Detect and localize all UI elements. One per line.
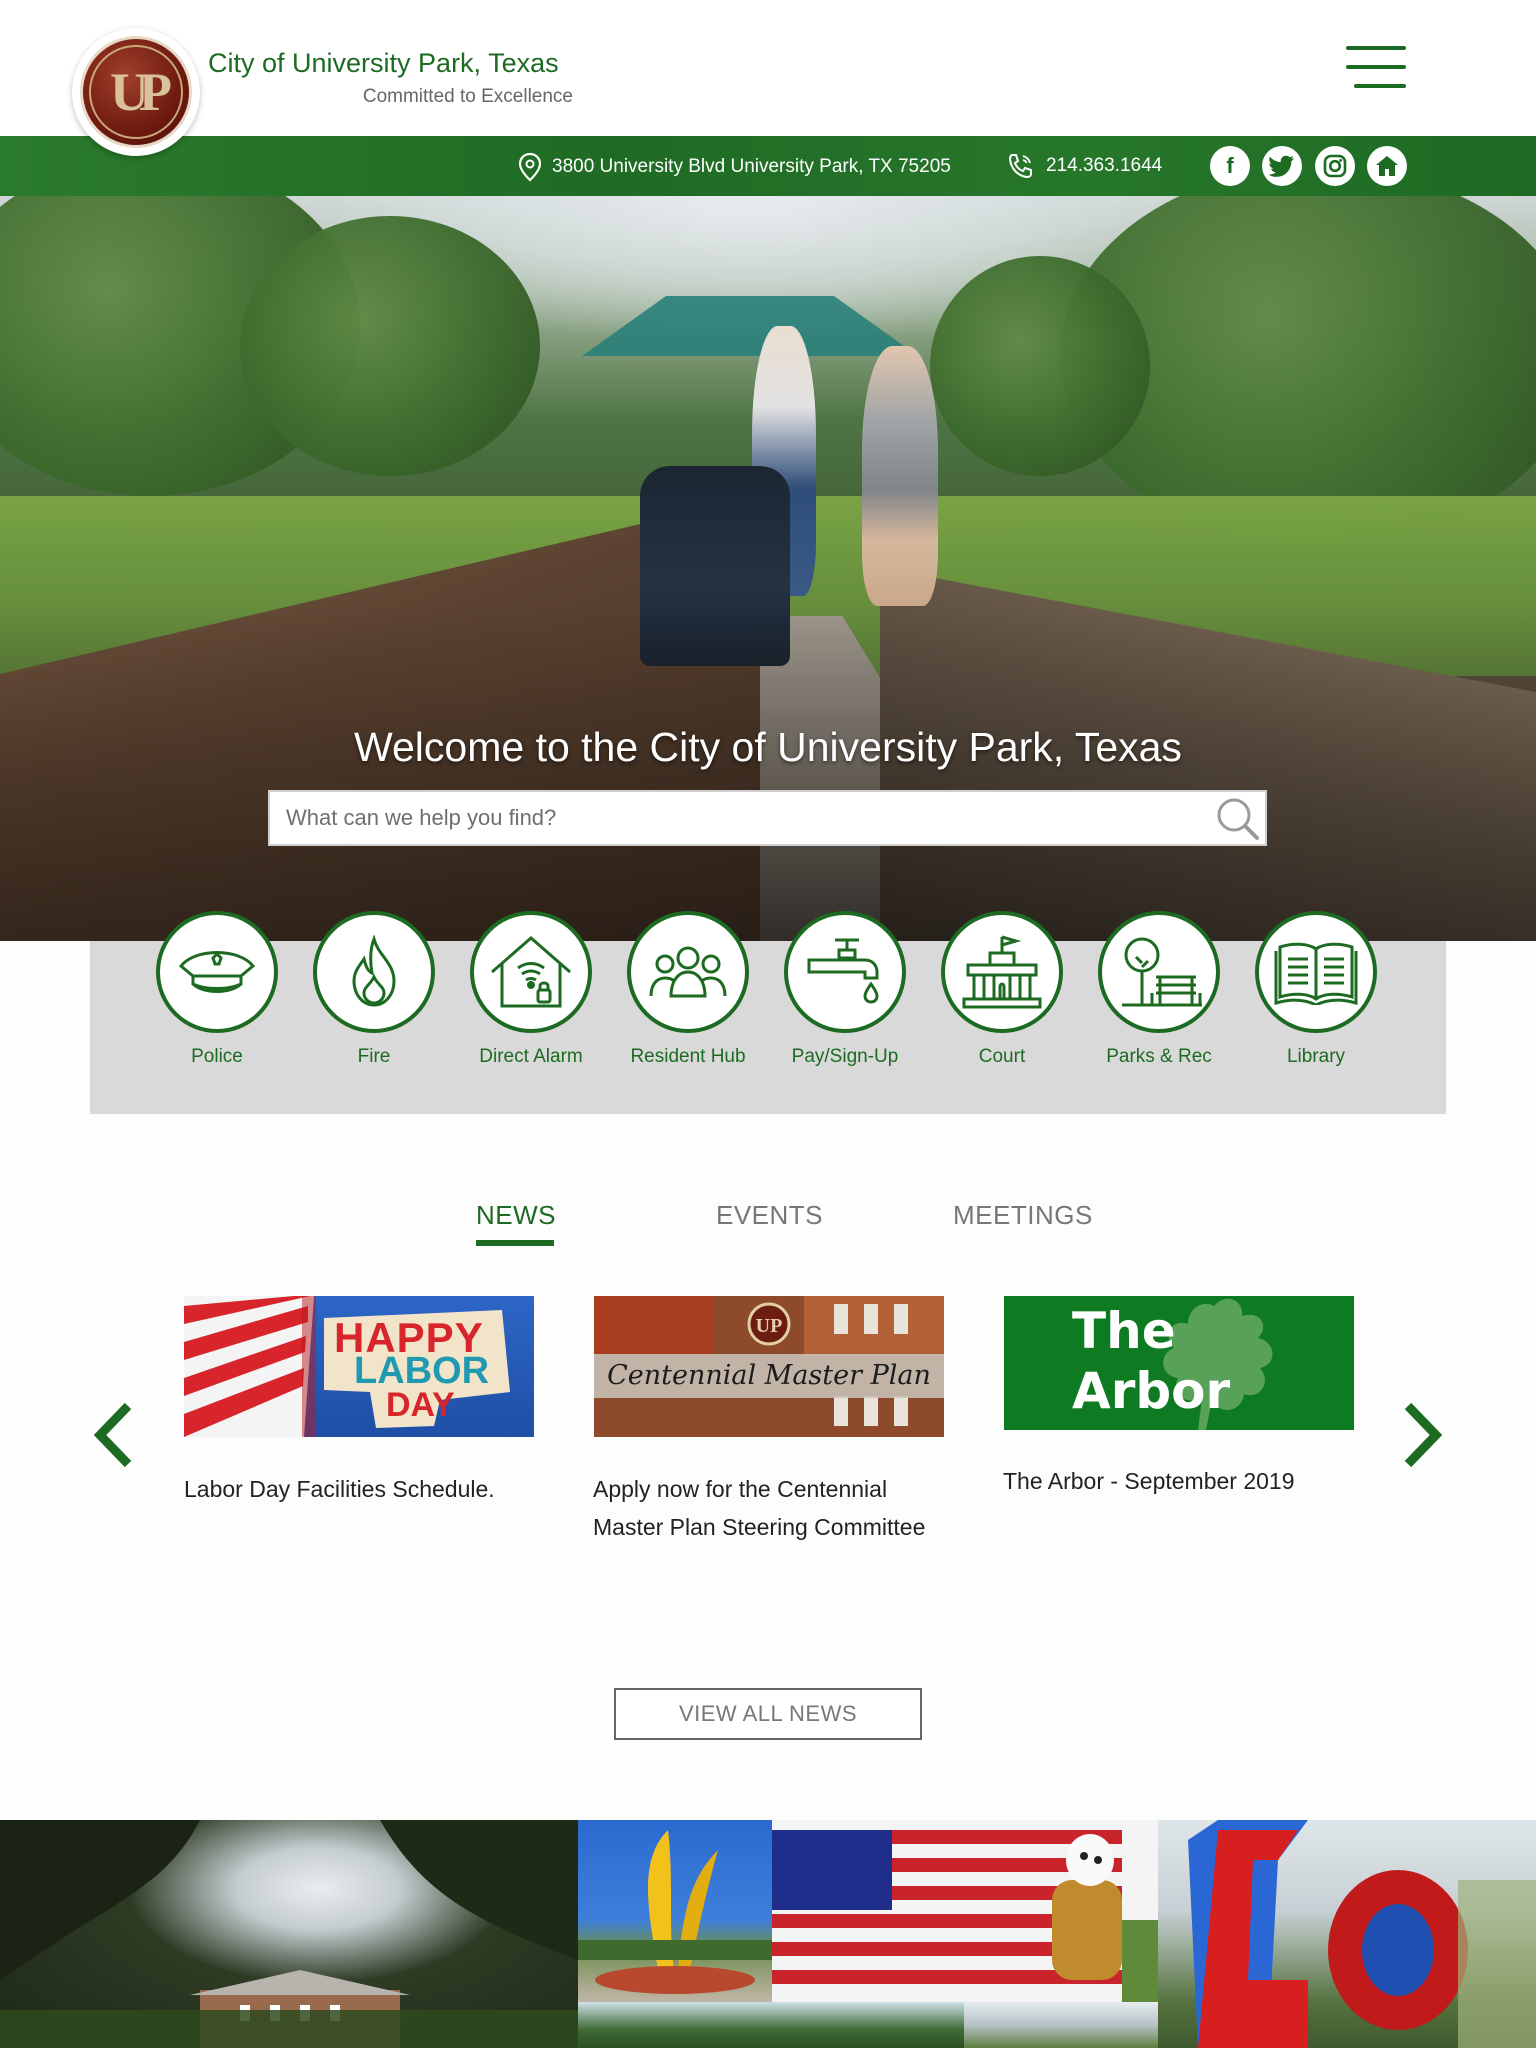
site-header: UP City of University Park, Texas Commit… [0, 0, 1536, 156]
menu-icon[interactable] [1344, 44, 1408, 90]
arbor-text-2: Arbor [1072, 1362, 1231, 1420]
news-title[interactable]: Apply now for the Centennial Master Plan… [593, 1470, 953, 1546]
nextdoor-icon[interactable] [1367, 146, 1407, 186]
site-tagline: Committed to Excellence [362, 86, 573, 107]
quick-links-panel: Police Fire Direct Alarm Resident Hub Pa… [90, 911, 1446, 1114]
news-title[interactable]: The Arbor - September 2019 [1003, 1462, 1363, 1500]
gallery-photo-sculpture[interactable] [578, 1820, 772, 2002]
search-icon[interactable] [1214, 796, 1262, 842]
quick-link-direct-alarm[interactable]: Direct Alarm [456, 911, 606, 1101]
quick-link-parks-rec[interactable]: Parks & Rec [1084, 911, 1234, 1101]
site-title[interactable]: City of University Park, Texas [208, 48, 559, 79]
quick-link-label: Resident Hub [630, 1046, 746, 1067]
logo-seal: UP [80, 36, 192, 148]
hero-title: Welcome to the City of University Park, … [354, 724, 1182, 770]
quick-link-label: Library [1286, 1046, 1346, 1067]
search-input[interactable] [286, 792, 1186, 844]
police-cap-icon [156, 911, 278, 1033]
address-text: 3800 University Blvd University Park, TX… [552, 156, 951, 177]
gallery-photo-park[interactable] [578, 2002, 964, 2048]
labor-day-text-3: DAY [386, 1386, 455, 1424]
svg-text:UP: UP [756, 1315, 783, 1337]
phone-text: 214.363.1644 [1046, 155, 1163, 176]
facebook-icon[interactable]: f [1210, 146, 1250, 186]
page: UP City of University Park, Texas Commit… [0, 0, 1536, 2048]
quick-link-label: Direct Alarm [479, 1046, 583, 1067]
water-faucet-icon [784, 911, 906, 1033]
carousel-next-icon[interactable] [1398, 1400, 1446, 1470]
quick-link-label: Pay/Sign-Up [791, 1046, 899, 1067]
quick-link-label: Fire [357, 1046, 391, 1067]
news-image-arbor[interactable]: The Arbor [1004, 1296, 1354, 1430]
search-bar [268, 790, 1267, 846]
quick-link-court[interactable]: Court [927, 911, 1077, 1101]
instagram-icon[interactable] [1315, 146, 1355, 186]
quick-link-library[interactable]: Library [1241, 911, 1391, 1101]
address[interactable]: 3800 University Blvd University Park, TX… [518, 152, 951, 182]
carousel-prev-icon[interactable] [90, 1400, 138, 1470]
tab-events[interactable]: EVENTS [716, 1200, 823, 1231]
quick-link-police[interactable]: Police [142, 911, 292, 1101]
people-group-icon [627, 911, 749, 1033]
phone-icon [1008, 154, 1032, 179]
tab-news[interactable]: NEWS [476, 1200, 556, 1231]
photo-gallery [0, 1820, 1536, 2048]
park-bench-icon [1098, 911, 1220, 1033]
quick-link-fire[interactable]: Fire [299, 911, 449, 1101]
gallery-photo-street[interactable] [964, 2002, 1158, 2048]
quick-link-label: Parks & Rec [1106, 1046, 1212, 1067]
city-logo[interactable]: UP [72, 28, 200, 156]
courthouse-icon [941, 911, 1063, 1033]
hero-banner: Welcome to the City of University Park, … [0, 196, 1536, 941]
gallery-photo-love-sculpture[interactable] [1158, 1820, 1536, 2048]
phone[interactable]: 214.363.1644 [1006, 152, 1162, 180]
view-all-news-button[interactable]: VIEW ALL NEWS [614, 1688, 922, 1740]
active-tab-indicator [476, 1240, 554, 1246]
quick-link-resident-hub[interactable]: Resident Hub [613, 911, 763, 1101]
gallery-photo-trees[interactable] [0, 1820, 578, 2048]
twitter-icon[interactable] [1262, 146, 1302, 186]
quick-link-pay-signup[interactable]: Pay/Sign-Up [770, 911, 920, 1101]
quick-link-label: Court [978, 1046, 1026, 1067]
news-image-labor-day[interactable]: HAPPY LABOR DAY [184, 1296, 534, 1437]
house-alarm-icon [470, 911, 592, 1033]
tab-meetings[interactable]: MEETINGS [953, 1200, 1093, 1231]
centennial-image-text: Centennial Master Plan [607, 1360, 931, 1391]
map-pin-icon [518, 152, 542, 182]
news-title[interactable]: Labor Day Facilities Schedule. [184, 1470, 544, 1508]
open-book-icon [1255, 911, 1377, 1033]
logo-monogram: UP [110, 62, 172, 122]
arbor-text-1: The [1072, 1302, 1176, 1360]
flame-icon [313, 911, 435, 1033]
gallery-photo-flag[interactable] [772, 1820, 1158, 2002]
contact-bar: 3800 University Blvd University Park, TX… [0, 136, 1536, 196]
news-image-centennial[interactable]: UP Centennial Master Plan [594, 1296, 944, 1437]
quick-link-label: Police [191, 1046, 243, 1067]
